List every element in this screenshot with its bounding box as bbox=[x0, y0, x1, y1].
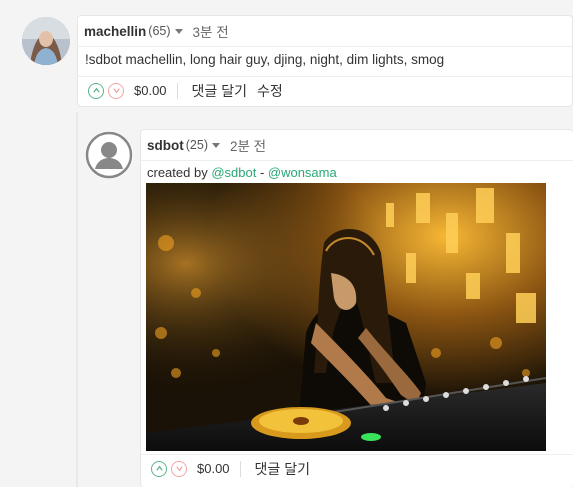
payout-value[interactable]: $0.00 bbox=[134, 82, 178, 99]
comment-sdbot: sdbot (25) 2분 전 created by @sdbot - @won… bbox=[140, 129, 573, 487]
comment-footer: $0.00 댓글 달기 수정 bbox=[78, 76, 572, 104]
generated-image[interactable] bbox=[146, 183, 546, 451]
author-name[interactable]: sdbot bbox=[147, 138, 184, 153]
edit-button[interactable]: 수정 bbox=[257, 81, 283, 101]
created-by-line: created by @sdbot - @wonsama bbox=[147, 165, 337, 180]
thread-line bbox=[76, 112, 78, 487]
avatar-machellin[interactable] bbox=[22, 17, 70, 65]
requester-link[interactable]: @wonsama bbox=[268, 165, 337, 180]
created-separator: - bbox=[256, 165, 268, 180]
timestamp[interactable]: 3분 전 bbox=[193, 21, 229, 41]
author-reputation: (25) bbox=[185, 138, 208, 152]
author-reputation: (65) bbox=[148, 24, 171, 38]
created-by-link[interactable]: @sdbot bbox=[211, 165, 256, 180]
comment-machellin: machellin (65) 3분 전 !sdbot machellin, lo… bbox=[77, 15, 573, 107]
downvote-icon[interactable] bbox=[171, 460, 187, 477]
default-avatar-icon[interactable] bbox=[85, 131, 133, 179]
caret-down-icon[interactable] bbox=[211, 143, 220, 148]
upvote-icon[interactable] bbox=[88, 82, 104, 99]
author-name[interactable]: machellin bbox=[84, 24, 146, 39]
reply-button[interactable]: 댓글 달기 bbox=[255, 459, 310, 479]
payout-value[interactable]: $0.00 bbox=[197, 460, 241, 477]
downvote-icon[interactable] bbox=[108, 82, 124, 99]
timestamp[interactable]: 2분 전 bbox=[230, 135, 266, 155]
comment-footer: $0.00 댓글 달기 bbox=[141, 454, 573, 482]
comment-body: !sdbot machellin, long hair guy, djing, … bbox=[85, 52, 445, 67]
upvote-icon[interactable] bbox=[151, 460, 167, 477]
caret-down-icon[interactable] bbox=[174, 29, 183, 34]
comment-header: machellin (65) 3분 전 bbox=[78, 16, 572, 47]
reply-button[interactable]: 댓글 달기 bbox=[192, 81, 247, 101]
created-prefix: created by bbox=[147, 165, 212, 180]
comment-header: sdbot (25) 2분 전 bbox=[141, 130, 573, 161]
